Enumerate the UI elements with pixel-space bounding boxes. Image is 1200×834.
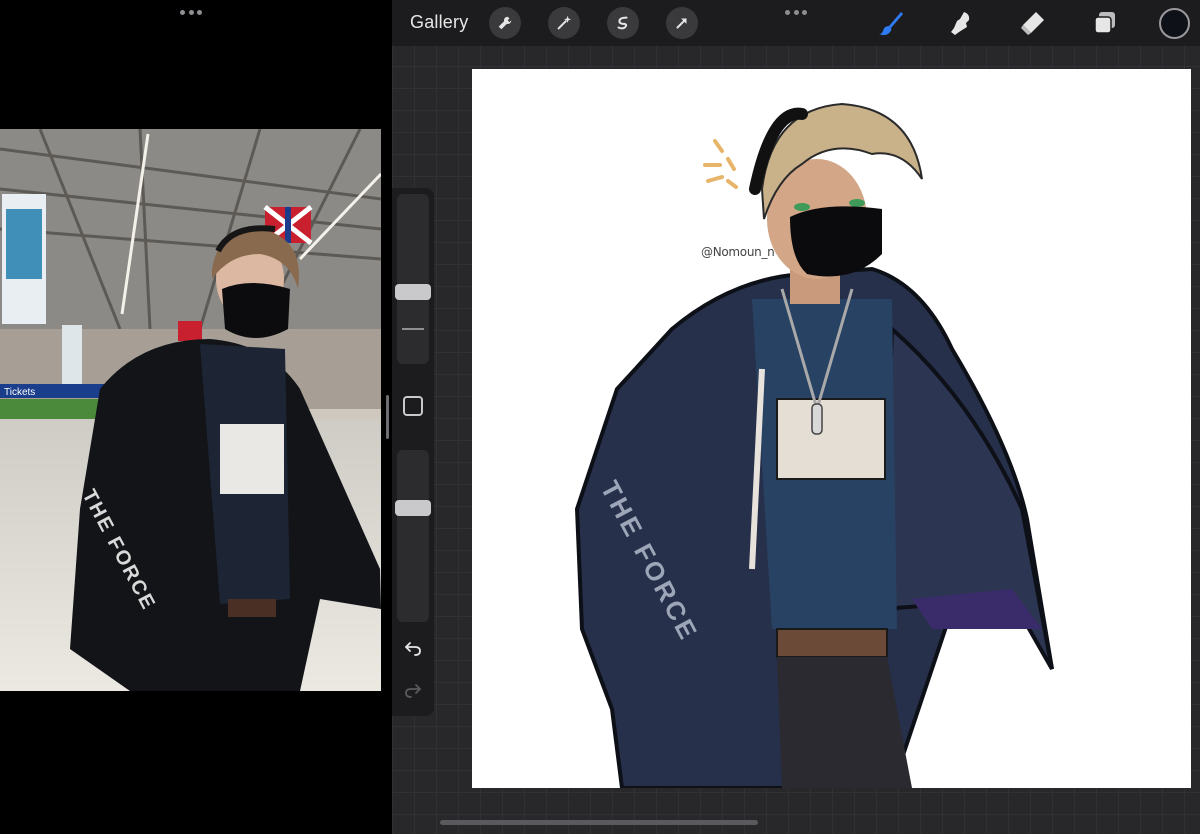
- undo-icon[interactable]: [403, 638, 423, 658]
- magic-wand-icon[interactable]: [548, 7, 580, 39]
- wrench-icon[interactable]: [489, 7, 521, 39]
- gallery-button[interactable]: Gallery: [410, 12, 468, 33]
- layers-icon[interactable]: [1089, 8, 1119, 38]
- reference-photo-pane: Tickets THE FORCE: [0, 0, 390, 834]
- top-toolbar: Gallery: [392, 0, 1200, 46]
- tickets-sign: Tickets: [4, 387, 35, 398]
- transform-arrow-icon[interactable]: [666, 7, 698, 39]
- modify-button[interactable]: [403, 396, 423, 416]
- brush-size-thumb[interactable]: [395, 284, 431, 300]
- artwork: THE FORCE: [574, 102, 1054, 788]
- artist-signature: @Nomoun_n: [701, 245, 775, 259]
- brush-icon[interactable]: [876, 8, 906, 38]
- opacity-thumb[interactable]: [395, 500, 431, 516]
- opacity-slider[interactable]: [397, 450, 429, 622]
- drawing-canvas[interactable]: THE FORCE @Nomoun_n: [472, 69, 1191, 788]
- reference-photo: Tickets THE FORCE: [0, 129, 381, 691]
- split-view-divider[interactable]: [386, 395, 389, 439]
- color-picker-button[interactable]: [1159, 8, 1190, 39]
- slider-separator: [402, 328, 424, 330]
- left-sidebar: [392, 188, 434, 716]
- split-view-handle[interactable]: [785, 10, 807, 16]
- brush-size-slider[interactable]: [397, 194, 429, 364]
- smudge-icon[interactable]: [946, 8, 976, 38]
- procreate-pane: Gallery THE FORCE @Nomoun_n: [392, 0, 1200, 834]
- split-view-handle[interactable]: [180, 10, 202, 16]
- redo-icon[interactable]: [403, 680, 423, 700]
- selection-icon[interactable]: [607, 7, 639, 39]
- eraser-icon[interactable]: [1017, 8, 1047, 38]
- horizontal-scrollbar[interactable]: [440, 820, 758, 825]
